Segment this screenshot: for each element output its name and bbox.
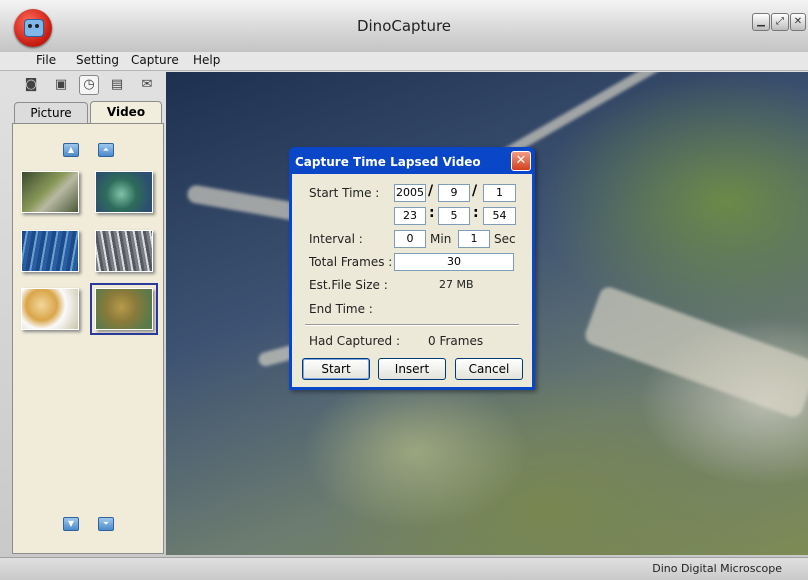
camera-icon[interactable]: ◙	[22, 76, 40, 94]
app-window: DinoCapture ▁ ⤢ ✕ File Setting Capture H…	[0, 0, 808, 580]
start-hour-field[interactable]: 23	[394, 207, 426, 225]
video-camera-icon[interactable]: ▣	[52, 76, 70, 94]
date-separator: /	[428, 183, 434, 199]
menu-file[interactable]: File	[36, 53, 56, 67]
close-icon[interactable]: ✕	[790, 13, 806, 31]
scroll-up-icon[interactable]: ▲	[63, 143, 79, 157]
menu-setting[interactable]: Setting	[76, 53, 119, 67]
scroll-top-icon[interactable]: ⏶	[98, 143, 114, 157]
time-separator: :	[473, 205, 479, 221]
video-thumbnail-panel: ▲ ⏶ ▼ ⏷	[12, 123, 164, 554]
start-second-field[interactable]: 54	[483, 207, 516, 225]
video-thumbnail-selected[interactable]	[90, 283, 158, 335]
had-captured-label: Had Captured :	[309, 334, 400, 348]
had-captured-value: 0 Frames	[428, 334, 484, 348]
status-text: Dino Digital Microscope	[652, 562, 782, 575]
total-frames-field[interactable]: 30	[394, 253, 514, 271]
total-frames-label: Total Frames :	[309, 255, 393, 269]
interval-min-unit: Min	[430, 232, 452, 246]
tab-video[interactable]: Video	[90, 101, 162, 124]
clock-icon[interactable]: ◷	[79, 75, 99, 95]
scroll-bottom-icon[interactable]: ⏷	[98, 517, 114, 531]
start-time-label: Start Time :	[309, 186, 380, 200]
cancel-button[interactable]: Cancel	[455, 358, 523, 380]
save-icon[interactable]: ▤	[108, 76, 126, 94]
end-time-label: End Time :	[309, 302, 373, 316]
maximize-icon[interactable]: ⤢	[771, 13, 789, 31]
dialog-title: Capture Time Lapsed Video	[295, 155, 481, 169]
date-separator: /	[472, 183, 478, 199]
interval-label: Interval :	[309, 232, 363, 246]
scroll-down-icon[interactable]: ▼	[63, 517, 79, 531]
time-separator: :	[429, 205, 435, 221]
start-minute-field[interactable]: 5	[438, 207, 470, 225]
video-thumbnail[interactable]	[21, 288, 79, 330]
status-bar: Dino Digital Microscope	[0, 557, 808, 580]
email-icon[interactable]: ✉	[138, 76, 156, 94]
interval-sec-field[interactable]: 1	[458, 230, 490, 248]
interval-sec-unit: Sec	[494, 232, 516, 246]
start-day-field[interactable]: 1	[483, 184, 516, 202]
insert-button[interactable]: Insert	[378, 358, 446, 380]
video-thumbnail[interactable]	[21, 171, 79, 213]
title-bar: DinoCapture ▁ ⤢ ✕	[0, 0, 808, 52]
menu-help[interactable]: Help	[193, 53, 220, 67]
video-thumbnail[interactable]	[95, 171, 153, 213]
dialog-close-icon[interactable]: ✕	[511, 151, 531, 171]
start-button[interactable]: Start	[302, 358, 370, 380]
dialog-divider	[305, 324, 519, 326]
image-fiber	[582, 284, 808, 420]
est-file-size-label: Est.File Size :	[309, 278, 388, 292]
est-file-size-value: 27 MB	[439, 278, 474, 291]
tab-picture[interactable]: Picture	[14, 102, 88, 123]
video-thumbnail[interactable]	[95, 230, 153, 272]
window-title: DinoCapture	[356, 17, 452, 35]
side-panel-tabs: Picture Video	[12, 101, 164, 124]
start-year-field[interactable]: 2005	[394, 184, 426, 202]
start-month-field[interactable]: 9	[438, 184, 470, 202]
time-lapse-dialog: Capture Time Lapsed Video ✕ Start Time :…	[289, 147, 535, 390]
toolbar: ◙ ▣ ◷ ▤ ✉	[12, 74, 164, 98]
dialog-body: Start Time : 2005 / 9 / 1 23 : 5 : 54 In…	[292, 174, 532, 387]
video-thumbnail[interactable]	[21, 230, 79, 272]
menu-bar: File Setting Capture Help	[0, 52, 808, 71]
minimize-icon[interactable]: ▁	[752, 13, 770, 31]
interval-min-field[interactable]: 0	[394, 230, 426, 248]
menu-capture[interactable]: Capture	[131, 53, 179, 67]
